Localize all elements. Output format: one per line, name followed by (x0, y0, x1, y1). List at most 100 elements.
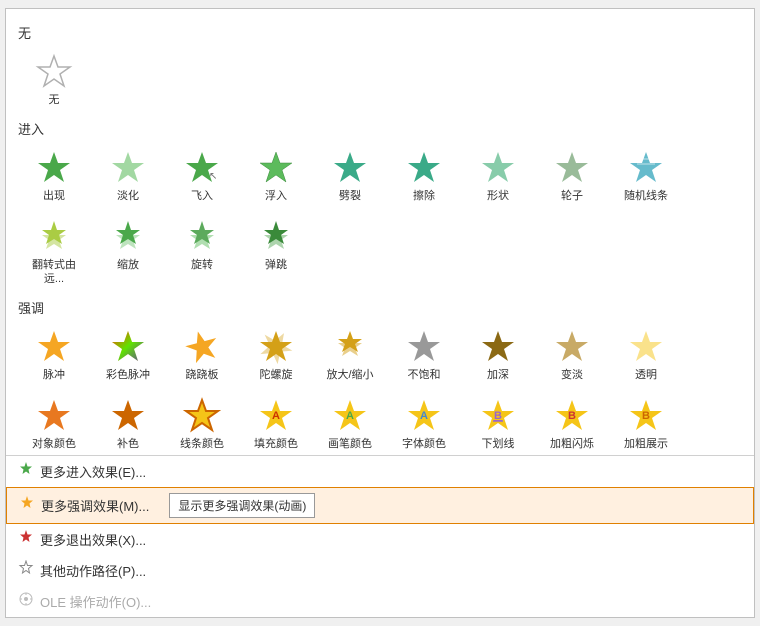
more-exit-icon (18, 529, 34, 550)
lighten-star (552, 327, 592, 367)
fill-color-item[interactable]: A 填充颜色 (240, 390, 312, 455)
desaturate-item[interactable]: 不饱和 (388, 321, 460, 388)
scale-item[interactable]: 缩放 (92, 211, 164, 291)
bold-reveal-star: B (626, 396, 666, 436)
darken-label: 加深 (487, 369, 509, 382)
rotate-star (182, 217, 222, 257)
random-bars-item[interactable]: 随机线条 (610, 142, 682, 209)
wipe-item[interactable]: 擦除 (388, 142, 460, 209)
appear-star (34, 148, 74, 188)
emphasis-section: 强调 脉冲 (18, 298, 742, 455)
shape-star (478, 148, 518, 188)
shape-label: 形状 (487, 190, 509, 203)
show-more-tooltip[interactable]: 显示更多强调效果(动画) (169, 493, 315, 518)
color-pulse-item[interactable]: 彩色脉冲 (92, 321, 164, 388)
more-exit-item[interactable]: 更多退出效果(X)... (6, 524, 754, 555)
zoom-far-item[interactable]: 翻转式由远... (18, 211, 90, 291)
more-enter-label: 更多进入效果(E)... (40, 462, 146, 481)
svg-text:B: B (494, 410, 502, 422)
bottom-menu: 更多进入效果(E)... 更多强调效果(M)... 显示更多强调效果(动画) 更… (6, 455, 754, 617)
motion-paths-icon (18, 560, 34, 581)
emphasis-grid: 脉冲 彩色脉冲 (18, 321, 742, 455)
svg-text:A: A (420, 410, 428, 422)
complement-label: 补色 (117, 438, 139, 451)
appear-item[interactable]: 出现 (18, 142, 90, 209)
pulse-item[interactable]: 脉冲 (18, 321, 90, 388)
more-emphasis-icon (19, 495, 35, 516)
random-bars-label: 随机线条 (624, 190, 668, 203)
object-color-star (34, 396, 74, 436)
underline-label: 下划线 (482, 438, 515, 451)
transparency-item[interactable]: 透明 (610, 321, 682, 388)
object-color-item[interactable]: 对象颜色 (18, 390, 90, 455)
brush-color-star: A (330, 396, 370, 436)
none-star (34, 52, 74, 92)
wipe-label: 擦除 (413, 190, 435, 203)
font-color-item[interactable]: A 字体颜色 (388, 390, 460, 455)
svg-text:↖: ↖ (209, 171, 217, 182)
none-item[interactable]: 无 (18, 46, 90, 113)
underline-item[interactable]: B 下划线 (462, 390, 534, 455)
bold-flash-star: B (552, 396, 592, 436)
complement-item[interactable]: 补色 (92, 390, 164, 455)
float-in-item[interactable]: 浮入 (240, 142, 312, 209)
fade-star (108, 148, 148, 188)
spin-label: 陀螺旋 (260, 369, 293, 382)
bold-reveal-item[interactable]: B 加粗展示 (610, 390, 682, 455)
motion-paths-label: 其他动作路径(P)... (40, 561, 146, 580)
fly-in-label: 飞入 (191, 190, 213, 203)
shape-item[interactable]: 形状 (462, 142, 534, 209)
darken-star (478, 327, 518, 367)
fade-item[interactable]: 淡化 (92, 142, 164, 209)
bold-flash-item[interactable]: B 加粗闪烁 (536, 390, 608, 455)
grow-shrink-star (330, 327, 370, 367)
wheel-item[interactable]: 轮子 (536, 142, 608, 209)
random-bars-star (626, 148, 666, 188)
split-star (330, 148, 370, 188)
bounce-label: 弹跳 (265, 259, 287, 272)
more-emphasis-label: 更多强调效果(M)... (41, 496, 149, 515)
font-color-star: A (404, 396, 444, 436)
fill-color-star: A (256, 396, 296, 436)
split-label: 劈裂 (339, 190, 361, 203)
spin-item[interactable]: 陀螺旋 (240, 321, 312, 388)
float-in-star (256, 148, 296, 188)
darken-item[interactable]: 加深 (462, 321, 534, 388)
line-color-item[interactable]: 线条颜色 (166, 390, 238, 455)
lighten-item[interactable]: 变淡 (536, 321, 608, 388)
none-label: 无 (49, 94, 60, 107)
fill-color-label: 填充颜色 (254, 438, 298, 451)
more-exit-label: 更多退出效果(X)... (40, 530, 146, 549)
color-pulse-star (108, 327, 148, 367)
enter-section: 进入 出现 淡化 (18, 119, 742, 292)
bounce-item[interactable]: 弹跳 (240, 211, 312, 291)
transparency-label: 透明 (635, 369, 657, 382)
grow-shrink-item[interactable]: 放大/缩小 (314, 321, 386, 388)
teeter-item[interactable]: 跷跷板 (166, 321, 238, 388)
enter-title: 进入 (18, 119, 742, 138)
appear-label: 出现 (43, 190, 65, 203)
fly-in-star: ↖ (182, 148, 222, 188)
rotate-item[interactable]: 旋转 (166, 211, 238, 291)
bold-flash-label: 加粗闪烁 (550, 438, 594, 451)
scale-star (108, 217, 148, 257)
fade-label: 淡化 (117, 190, 139, 203)
zoom-far-label: 翻转式由远... (22, 259, 86, 285)
color-pulse-label: 彩色脉冲 (106, 369, 150, 382)
pulse-star (34, 327, 74, 367)
more-enter-item[interactable]: 更多进入效果(E)... (6, 456, 754, 487)
ole-action-item[interactable]: OLE 操作动作(O)... (6, 586, 754, 617)
emphasis-title: 强调 (18, 298, 742, 317)
brush-color-item[interactable]: A 画笔颜色 (314, 390, 386, 455)
line-color-label: 线条颜色 (180, 438, 224, 451)
more-enter-icon (18, 461, 34, 482)
fly-in-item[interactable]: ↖ 飞入 (166, 142, 238, 209)
more-emphasis-item[interactable]: 更多强调效果(M)... 显示更多强调效果(动画) (6, 487, 754, 524)
line-color-star (182, 396, 222, 436)
ole-action-icon (18, 591, 34, 612)
split-item[interactable]: 劈裂 (314, 142, 386, 209)
transparency-star (626, 327, 666, 367)
wheel-star (552, 148, 592, 188)
scroll-area[interactable]: 无 无 进入 (6, 9, 754, 455)
motion-paths-item[interactable]: 其他动作路径(P)... (6, 555, 754, 586)
